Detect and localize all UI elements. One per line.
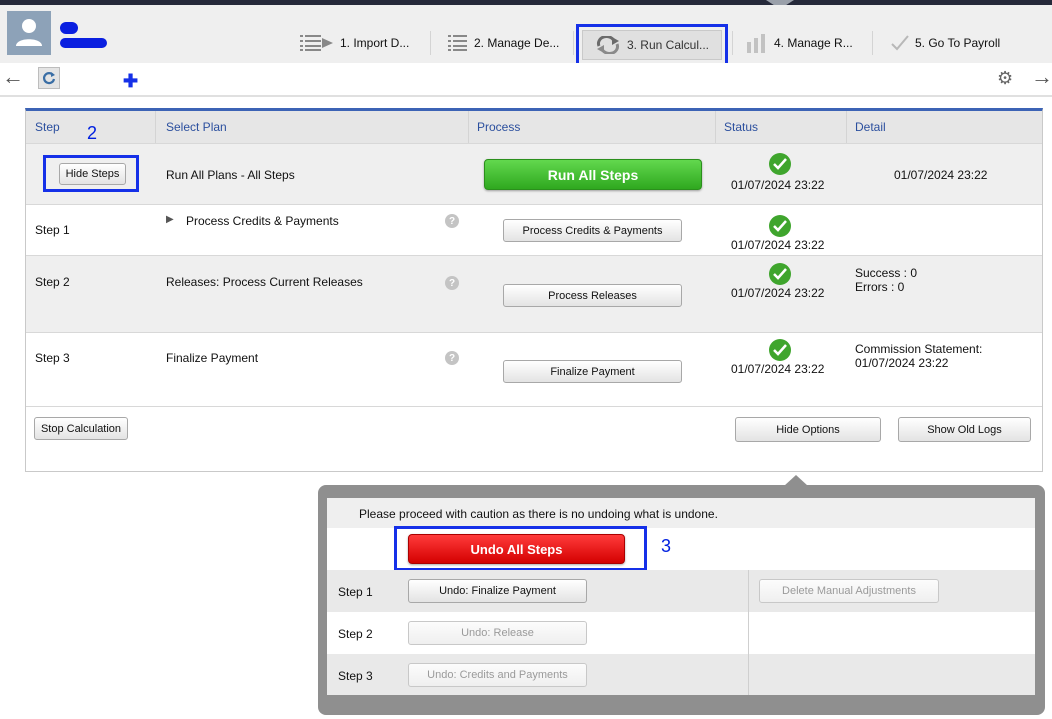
step-label: Step 1	[338, 585, 373, 599]
success-check-icon	[769, 263, 791, 285]
wizard-step-label: 4. Manage R...	[774, 36, 853, 50]
status-timestamp: 01/07/2024 23:22	[731, 286, 825, 300]
detail-error-count: Errors : 0	[855, 280, 905, 294]
process-credits-payments-button[interactable]: Process Credits & Payments	[503, 219, 682, 242]
column-header-step: Step	[35, 120, 60, 134]
show-old-logs-button[interactable]: Show Old Logs	[898, 417, 1031, 442]
step-label: Step 3	[35, 351, 70, 365]
user-avatar[interactable]	[7, 11, 51, 55]
wizard-divider	[872, 31, 873, 55]
annotation-3: 3	[661, 536, 672, 556]
wizard-divider	[573, 31, 574, 55]
run-all-steps-button[interactable]: Run All Steps	[484, 159, 702, 190]
finalize-payment-button[interactable]: Finalize Payment	[503, 360, 682, 383]
wizard-divider	[732, 31, 733, 55]
forward-arrow-icon[interactable]: →	[1031, 66, 1052, 88]
list-arrow-icon	[300, 35, 333, 51]
wizard-step-label: 1. Import D...	[340, 36, 410, 50]
expand-triangle-icon[interactable]: ▶	[166, 214, 174, 225]
plan-name: Releases: Process Current Releases	[166, 275, 363, 289]
redacted-name-mark	[60, 22, 78, 34]
step-label: Step 2	[35, 275, 70, 289]
column-header-detail: Detail	[855, 120, 886, 134]
wizard-step-go-to-payroll[interactable]: 5. Go To Payroll	[891, 29, 1000, 57]
wizard-divider	[430, 31, 431, 55]
undo-row-step-1: Step 1 Undo: Finalize Payment Delete Man…	[327, 570, 1035, 612]
add-icon[interactable]: ✚	[123, 72, 138, 90]
detail-statement-label: Commission Statement:	[855, 342, 983, 356]
plan-name: Run All Plans - All Steps	[166, 168, 295, 182]
column-header-status: Status	[724, 120, 759, 134]
detail-timestamp: 01/07/2024 23:22	[894, 168, 988, 182]
hide-options-button[interactable]: Hide Options	[735, 417, 881, 442]
table-header: Step Select Plan Process Status Detail	[26, 111, 1042, 143]
plan-name: Process Credits & Payments	[186, 214, 339, 228]
caution-message: Please proceed with caution as there is …	[359, 507, 718, 521]
reload-icon	[42, 72, 56, 85]
stop-calculation-button[interactable]: Stop Calculation	[34, 417, 128, 440]
wizard-step-label: 2. Manage De...	[474, 36, 560, 50]
checkmark-icon	[891, 35, 909, 51]
plan-name: Finalize Payment	[166, 351, 259, 365]
column-header-plan: Select Plan	[166, 120, 227, 134]
detail-success-count: Success : 0	[855, 266, 918, 280]
undo-row-step-3: Step 3 Undo: Credits and Payments	[327, 654, 1035, 695]
user-icon	[16, 19, 42, 46]
redacted-name-mark	[60, 38, 107, 48]
success-check-icon	[769, 215, 791, 237]
undo-release-button[interactable]: Undo: Release	[408, 621, 587, 645]
toolbar	[0, 63, 1052, 95]
undo-credits-payments-button[interactable]: Undo: Credits and Payments	[408, 663, 587, 687]
step-label: Step 2	[338, 627, 373, 641]
step-label: Step 1	[35, 223, 70, 237]
undo-all-row: Undo All Steps 3	[327, 526, 1035, 571]
back-arrow-icon[interactable]: ←	[2, 66, 24, 88]
process-releases-button[interactable]: Process Releases	[503, 284, 682, 307]
delete-manual-adjustments-button[interactable]: Delete Manual Adjustments	[759, 579, 939, 603]
toolbar-divider	[0, 95, 1052, 97]
table-row-step-2: Step 2 Releases: Process Current Release…	[26, 255, 1042, 332]
list-icon	[448, 35, 467, 51]
wizard-step-manage-releases[interactable]: 4. Manage R...	[746, 29, 853, 57]
refresh-cycle-icon	[596, 36, 619, 54]
help-icon[interactable]: ?	[445, 214, 459, 228]
table-row-all-plans: Hide Steps Run All Plans - All Steps Run…	[26, 143, 1042, 204]
bar-chart-icon	[747, 34, 765, 53]
active-tab-body: 3. Run Calcul...	[582, 30, 722, 60]
detail-statement-time: 01/07/2024 23:22	[855, 356, 949, 370]
undo-row-step-2: Step 2 Undo: Release	[327, 612, 1035, 654]
status-timestamp: 01/07/2024 23:22	[731, 238, 825, 252]
wizard-step-import[interactable]: 1. Import D...	[300, 29, 409, 57]
table-row-step-1: Step 1 ▶ Process Credits & Payments ? Pr…	[26, 204, 1042, 255]
gear-icon[interactable]: ⚙	[997, 69, 1013, 87]
column-header-process: Process	[477, 120, 521, 134]
wizard-step-manage-data[interactable]: 2. Manage De...	[448, 29, 559, 57]
help-icon[interactable]: ?	[445, 351, 459, 365]
status-timestamp: 01/07/2024 23:22	[731, 178, 825, 192]
step-label: Step 3	[338, 669, 373, 683]
calculation-panel: Step Select Plan Process Status Detail 2…	[25, 108, 1043, 472]
undo-options-popup: Please proceed with caution as there is …	[318, 485, 1045, 715]
wizard-step-run-calculation[interactable]: 3. Run Calcul...	[576, 24, 728, 66]
undo-options-body: Please proceed with caution as there is …	[327, 498, 1035, 695]
help-icon[interactable]: ?	[445, 276, 459, 290]
column-divider	[748, 570, 749, 695]
undo-finalize-payment-button[interactable]: Undo: Finalize Payment	[408, 579, 587, 603]
table-row-step-3: Step 3 Finalize Payment ? Finalize Payme…	[26, 332, 1042, 407]
wizard-step-label: 5. Go To Payroll	[915, 36, 1001, 50]
status-timestamp: 01/07/2024 23:22	[731, 362, 825, 376]
warning-row: Please proceed with caution as there is …	[327, 498, 1035, 528]
success-check-icon	[769, 339, 791, 361]
undo-all-steps-button[interactable]: Undo All Steps	[408, 534, 625, 564]
reload-button[interactable]	[38, 67, 60, 89]
success-check-icon	[769, 153, 791, 175]
annotation-2: 2	[87, 123, 98, 143]
wizard-step-label: 3. Run Calcul...	[626, 38, 710, 52]
hide-steps-button[interactable]: Hide Steps	[59, 163, 126, 185]
